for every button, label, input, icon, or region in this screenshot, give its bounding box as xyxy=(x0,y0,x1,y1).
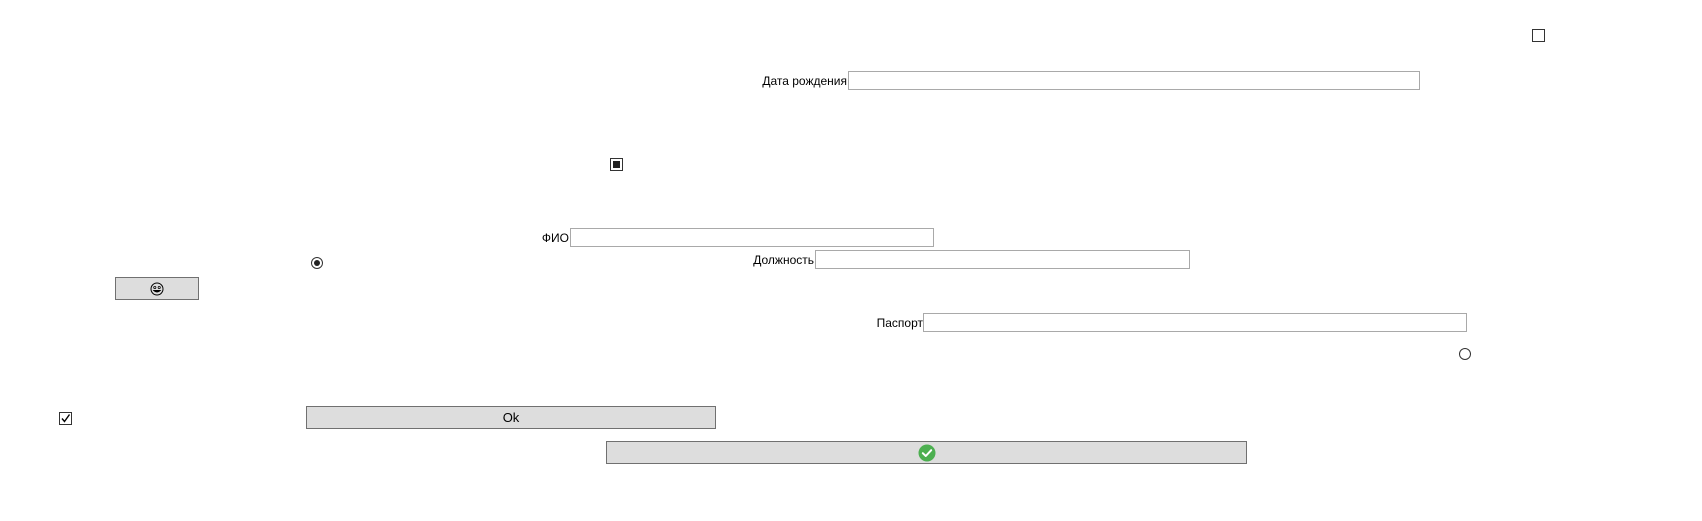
form-window: Дата рождения ФИО Должность Паспорт Ok xyxy=(0,0,1702,521)
position-field[interactable] xyxy=(815,250,1190,269)
top-right-checkbox[interactable] xyxy=(1532,29,1545,42)
birth-date-label: Дата рождения xyxy=(762,74,847,88)
green-check-circle-icon xyxy=(918,444,936,462)
bottom-left-checkbox[interactable] xyxy=(59,412,72,425)
passport-label: Паспорт xyxy=(876,316,923,330)
checkmark-icon xyxy=(61,414,71,423)
confirm-button[interactable] xyxy=(606,441,1247,464)
middle-checkbox[interactable] xyxy=(610,158,623,171)
passport-field[interactable] xyxy=(923,313,1467,332)
ok-button[interactable]: Ok xyxy=(306,406,716,429)
birth-date-field[interactable] xyxy=(848,71,1420,90)
right-radio-button[interactable] xyxy=(1459,348,1471,360)
position-label: Должность xyxy=(753,253,814,267)
emoji-button[interactable] xyxy=(115,277,199,300)
ok-button-label: Ok xyxy=(502,410,520,425)
face-emoji-icon xyxy=(150,282,164,296)
left-radio-button[interactable] xyxy=(311,257,323,269)
fio-label: ФИО xyxy=(541,231,569,245)
fio-field[interactable] xyxy=(570,228,934,247)
